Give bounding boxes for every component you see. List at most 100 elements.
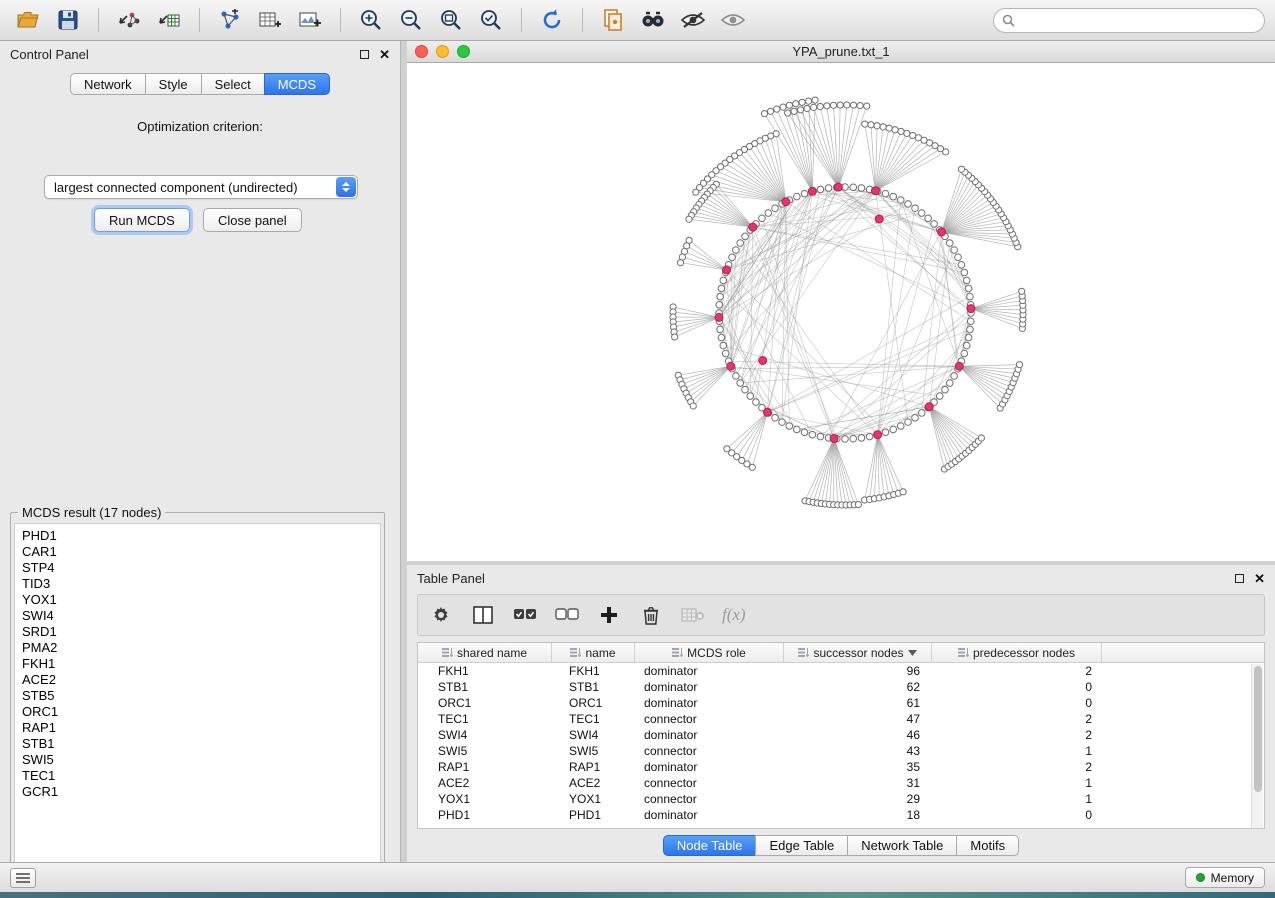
network-canvas[interactable]	[407, 63, 1275, 560]
refresh-icon[interactable]	[534, 5, 570, 35]
mcds-result-item[interactable]: SRD1	[22, 624, 380, 640]
zoom-out-icon[interactable]	[393, 5, 429, 35]
sort-icon	[570, 647, 581, 658]
table-cell: 2	[932, 711, 1102, 727]
function-builder-icon: f(x)	[722, 605, 746, 625]
tab-node-table[interactable]: Node Table	[663, 835, 757, 856]
deselect-all-rows-icon[interactable]	[554, 602, 580, 628]
table-row[interactable]: PHD1PHD1dominator180	[418, 807, 1264, 823]
mcds-result-item[interactable]: STB1	[22, 736, 380, 752]
delete-column-icon[interactable]	[638, 602, 664, 628]
mcds-result-item[interactable]: STP4	[22, 560, 380, 576]
select-all-rows-icon[interactable]	[512, 602, 538, 628]
table-row[interactable]: ACE2ACE2connector311	[418, 775, 1264, 791]
table-cell: SWI4	[552, 727, 635, 743]
create-column-icon[interactable]	[596, 602, 622, 628]
search-network-icon[interactable]	[635, 5, 671, 35]
zoom-fit-icon[interactable]	[433, 5, 469, 35]
mcds-result-item[interactable]: SWI4	[22, 608, 380, 624]
maximize-window-icon[interactable]	[457, 45, 470, 58]
table-cell: TEC1	[552, 711, 635, 727]
copy-style-icon[interactable]	[595, 5, 631, 35]
tab-select[interactable]: Select	[201, 73, 265, 95]
minimize-window-icon[interactable]	[436, 45, 449, 58]
hide-graphics-icon[interactable]	[675, 5, 711, 35]
table-row[interactable]: RAP1RAP1dominator352	[418, 759, 1264, 775]
criterion-dropdown[interactable]: largest connected component (undirected)	[44, 175, 358, 199]
table-cell: dominator	[635, 695, 784, 711]
sort-icon	[672, 647, 683, 658]
import-table-file-icon[interactable]	[151, 5, 187, 35]
tab-network[interactable]: Network	[70, 73, 146, 95]
tab-motifs[interactable]: Motifs	[956, 835, 1019, 856]
table-row[interactable]: SWI4SWI4dominator462	[418, 727, 1264, 743]
float-panel-icon[interactable]	[360, 50, 369, 59]
zoom-selected-icon[interactable]	[473, 5, 509, 35]
network-titlebar[interactable]: YPA_prune.txt_1	[407, 41, 1275, 63]
mcds-result-item[interactable]: YOX1	[22, 592, 380, 608]
table-cell: dominator	[635, 679, 784, 695]
table-row[interactable]: SWI5SWI5connector431	[418, 743, 1264, 759]
mcds-result-item[interactable]: FKH1	[22, 656, 380, 672]
mcds-result-item[interactable]: SWI5	[22, 752, 380, 768]
import-network-file-icon[interactable]	[111, 5, 147, 35]
table-cell: STB1	[418, 679, 552, 695]
column-header-predecessor-nodes[interactable]: predecessor nodes	[932, 643, 1102, 662]
table-row[interactable]: TEC1TEC1connector472	[418, 711, 1264, 727]
mcds-result-item[interactable]: GCR1	[22, 784, 380, 800]
dropdown-stepper-icon	[336, 177, 356, 197]
tab-mcds[interactable]: MCDS	[264, 73, 330, 95]
search-input[interactable]	[1021, 13, 1256, 27]
mcds-result-title: MCDS result (17 nodes)	[18, 505, 165, 520]
table-scrollbar[interactable]	[1251, 664, 1263, 828]
save-icon[interactable]	[50, 5, 86, 35]
mcds-result-item[interactable]: CAR1	[22, 544, 380, 560]
table-panel-tabs: Node Table Edge Table Network Table Moti…	[407, 835, 1275, 856]
close-table-panel-icon[interactable]: ✕	[1254, 572, 1265, 585]
column-header-successor-nodes[interactable]: successor nodes	[784, 643, 932, 662]
mcds-result-list[interactable]: PHD1CAR1STP4TID3YOX1SWI4SRD1PMA2FKH1ACE2…	[14, 523, 381, 875]
column-header-shared-name[interactable]: shared name	[418, 643, 552, 662]
table-settings-gear-icon[interactable]	[428, 602, 454, 628]
export-image-icon[interactable]	[292, 5, 328, 35]
table-panel: Table Panel ✕ f(x)	[407, 565, 1275, 862]
open-folder-icon[interactable]	[10, 5, 46, 35]
tab-network-table[interactable]: Network Table	[847, 835, 957, 856]
mcds-result-item[interactable]: TEC1	[22, 768, 380, 784]
table-row[interactable]: ORC1ORC1dominator610	[418, 695, 1264, 711]
network-window-title: YPA_prune.txt_1	[407, 44, 1275, 59]
column-header-mcds-role[interactable]: MCDS role	[635, 643, 784, 662]
mcds-result-item[interactable]: STB5	[22, 688, 380, 704]
search-icon	[1002, 14, 1015, 27]
table-row[interactable]: STB1STB1dominator620	[418, 679, 1264, 695]
memory-label: Memory	[1211, 871, 1254, 885]
float-table-panel-icon[interactable]	[1235, 574, 1244, 583]
mcds-result-item[interactable]: TID3	[22, 576, 380, 592]
table-row[interactable]: YOX1YOX1connector291	[418, 791, 1264, 807]
tab-style[interactable]: Style	[145, 73, 202, 95]
memory-button[interactable]: Memory	[1185, 867, 1265, 888]
close-panel-button[interactable]: Close panel	[203, 208, 302, 232]
column-header-name[interactable]: name	[552, 643, 635, 662]
control-panel-title: Control Panel	[10, 47, 89, 62]
mcds-result-item[interactable]: ACE2	[22, 672, 380, 688]
new-table-icon[interactable]	[252, 5, 288, 35]
mcds-result-item[interactable]: PMA2	[22, 640, 380, 656]
show-graphics-icon[interactable]	[715, 5, 751, 35]
new-network-icon[interactable]	[212, 5, 248, 35]
status-menu-button[interactable]	[10, 868, 36, 888]
table-row[interactable]: FKH1FKH1dominator962	[418, 663, 1264, 679]
show-columns-icon[interactable]	[470, 602, 496, 628]
mcds-result-item[interactable]: ORC1	[22, 704, 380, 720]
table-scrollbar-thumb[interactable]	[1254, 666, 1262, 792]
table-cell: 1	[932, 775, 1102, 791]
close-window-icon[interactable]	[415, 45, 428, 58]
zoom-in-icon[interactable]	[353, 5, 389, 35]
toolbar-separator	[199, 8, 200, 32]
run-mcds-button[interactable]: Run MCDS	[94, 208, 190, 232]
close-panel-icon[interactable]: ✕	[379, 48, 390, 61]
mcds-result-item[interactable]: RAP1	[22, 720, 380, 736]
table-cell: ACE2	[418, 775, 552, 791]
mcds-result-item[interactable]: PHD1	[22, 528, 380, 544]
tab-edge-table[interactable]: Edge Table	[755, 835, 848, 856]
